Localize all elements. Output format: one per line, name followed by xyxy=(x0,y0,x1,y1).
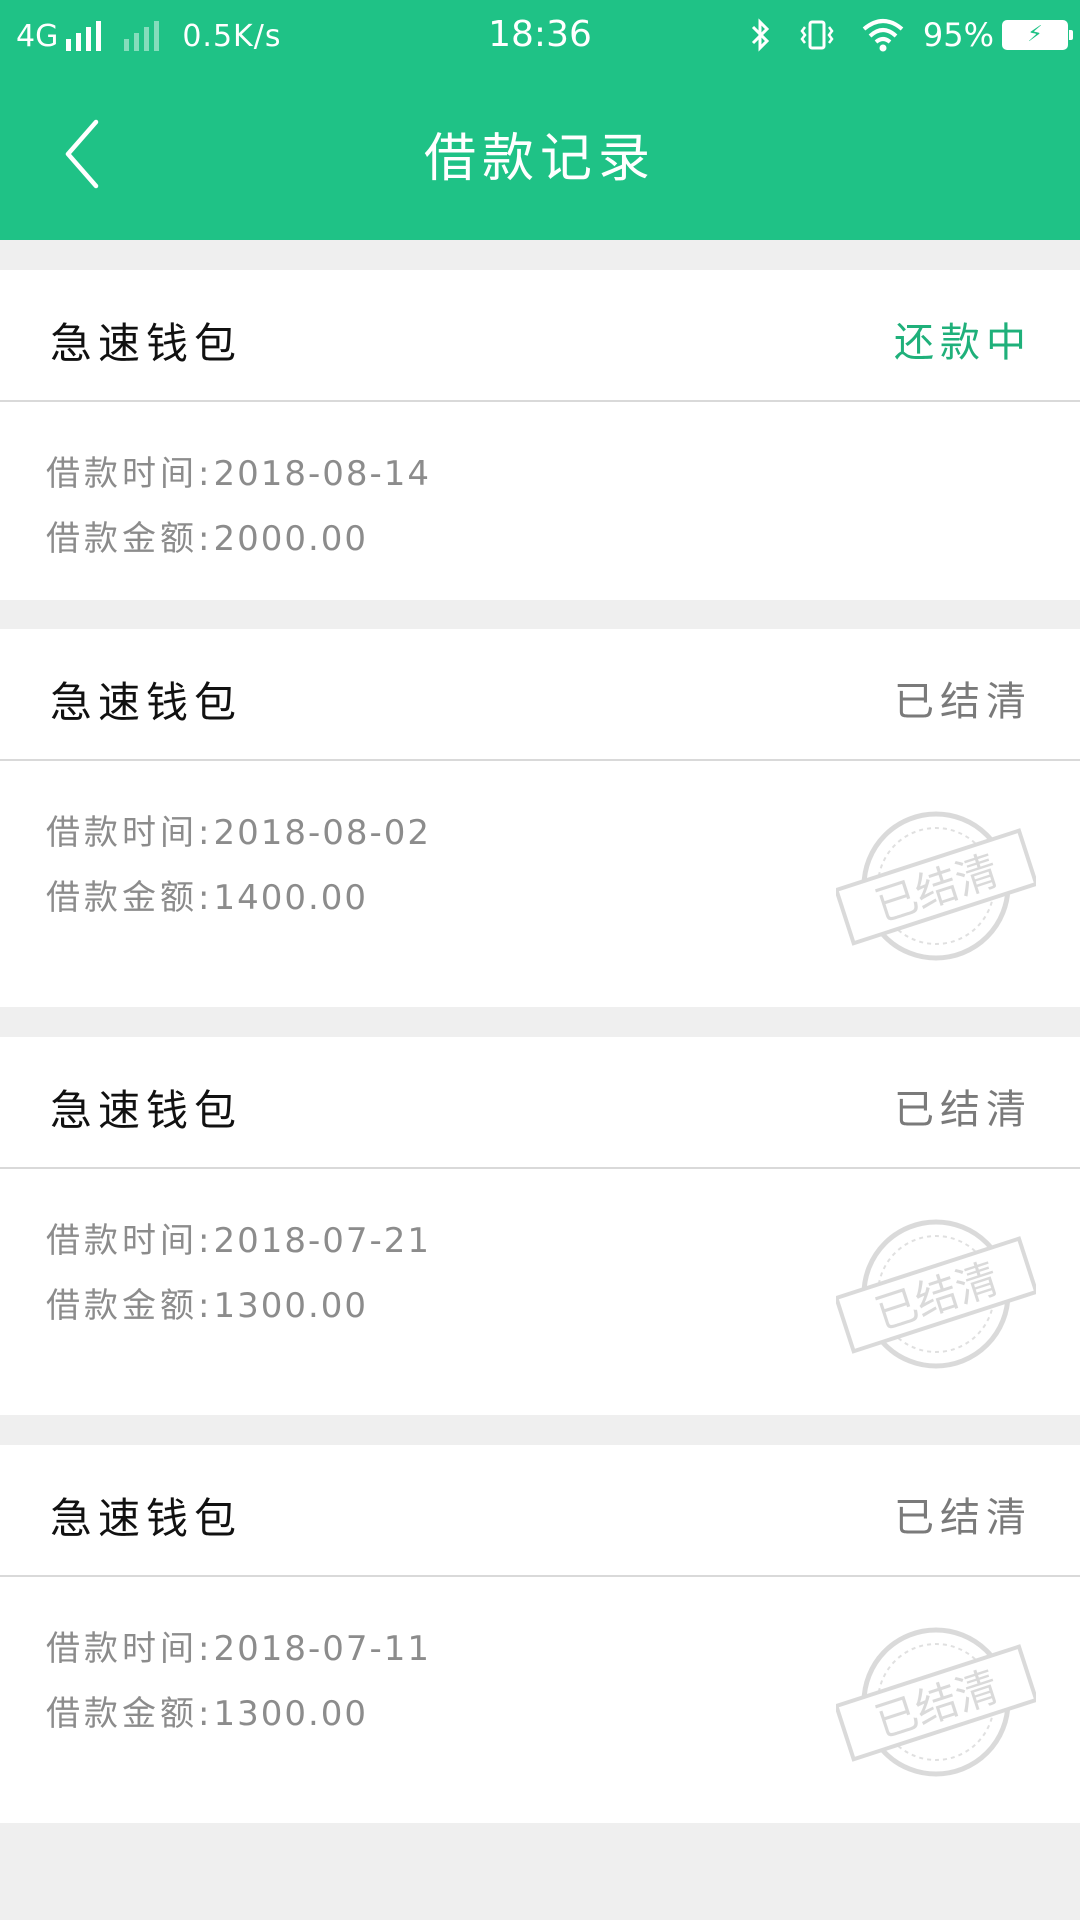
card-header: 急速钱包 还款中 xyxy=(0,270,1080,402)
card-header: 急速钱包 已结清 xyxy=(0,1445,1080,1577)
settled-stamp: 已结清 xyxy=(836,811,1036,961)
amount-label: 借款金额: xyxy=(46,519,214,559)
amount-label: 借款金额: xyxy=(46,1694,214,1734)
status-bar: 4G 0.5K/s 18:36 95% ⚡ xyxy=(0,0,1080,70)
card-header: 急速钱包 已结清 xyxy=(0,1037,1080,1169)
amount-label: 借款金额: xyxy=(46,878,214,918)
amount-value: 1400.00 xyxy=(213,878,369,918)
date-label: 借款时间: xyxy=(46,1629,214,1669)
amount-value: 1300.00 xyxy=(213,1286,369,1326)
status-label: 已结清 xyxy=(894,679,1032,725)
bluetooth-icon xyxy=(749,17,773,53)
loan-amount: 借款金额:1300.00 xyxy=(46,1686,368,1735)
loan-date: 借款时间:2018-07-21 xyxy=(46,1213,431,1262)
amount-value: 1300.00 xyxy=(213,1694,369,1734)
amount-label: 借款金额: xyxy=(46,1286,214,1326)
loan-date: 借款时间:2018-08-14 xyxy=(46,446,431,495)
status-label: 已结清 xyxy=(894,1495,1032,1541)
product-name: 急速钱包 xyxy=(50,1494,243,1543)
loan-card[interactable]: 急速钱包 已结清 借款时间:2018-07-21 借款金额:1300.00 已结… xyxy=(0,1037,1080,1415)
settled-stamp: 已结清 xyxy=(836,1219,1036,1369)
loan-card[interactable]: 急速钱包 还款中 借款时间:2018-08-14 借款金额:2000.00 xyxy=(0,270,1080,600)
loan-date: 借款时间:2018-08-02 xyxy=(46,805,431,854)
date-label: 借款时间: xyxy=(46,454,214,494)
loan-card[interactable]: 急速钱包 已结清 借款时间:2018-07-11 借款金额:1300.00 已结… xyxy=(0,1445,1080,1823)
header-bar: 借款记录 xyxy=(0,70,1080,240)
vibrate-icon xyxy=(799,17,835,53)
status-label: 已结清 xyxy=(894,1087,1032,1133)
settled-stamp: 已结清 xyxy=(836,1627,1036,1777)
date-label: 借款时间: xyxy=(46,1221,214,1261)
date-value: 2018-08-14 xyxy=(213,454,432,494)
loan-date: 借款时间:2018-07-11 xyxy=(46,1621,431,1670)
product-name: 急速钱包 xyxy=(50,1086,243,1135)
amount-value: 2000.00 xyxy=(213,519,369,559)
status-label: 还款中 xyxy=(894,320,1032,366)
loan-amount: 借款金额:1400.00 xyxy=(46,870,368,919)
date-label: 借款时间: xyxy=(46,813,214,853)
battery-icon: ⚡ xyxy=(1002,20,1073,50)
page-title: 借款记录 xyxy=(423,129,656,189)
loan-amount: 借款金额:1300.00 xyxy=(46,1278,368,1327)
product-name: 急速钱包 xyxy=(50,319,243,368)
battery-percent: 95% xyxy=(922,16,994,54)
card-header: 急速钱包 已结清 xyxy=(0,629,1080,761)
date-value: 2018-07-11 xyxy=(213,1629,432,1669)
product-name: 急速钱包 xyxy=(50,678,243,727)
loan-card[interactable]: 急速钱包 已结清 借款时间:2018-08-02 借款金额:1400.00 已结… xyxy=(0,629,1080,1007)
wifi-icon xyxy=(861,17,905,53)
loan-amount: 借款金额:2000.00 xyxy=(46,511,368,560)
status-right: 95% ⚡ xyxy=(723,14,1073,56)
date-value: 2018-08-02 xyxy=(213,813,432,853)
date-value: 2018-07-21 xyxy=(213,1221,432,1261)
